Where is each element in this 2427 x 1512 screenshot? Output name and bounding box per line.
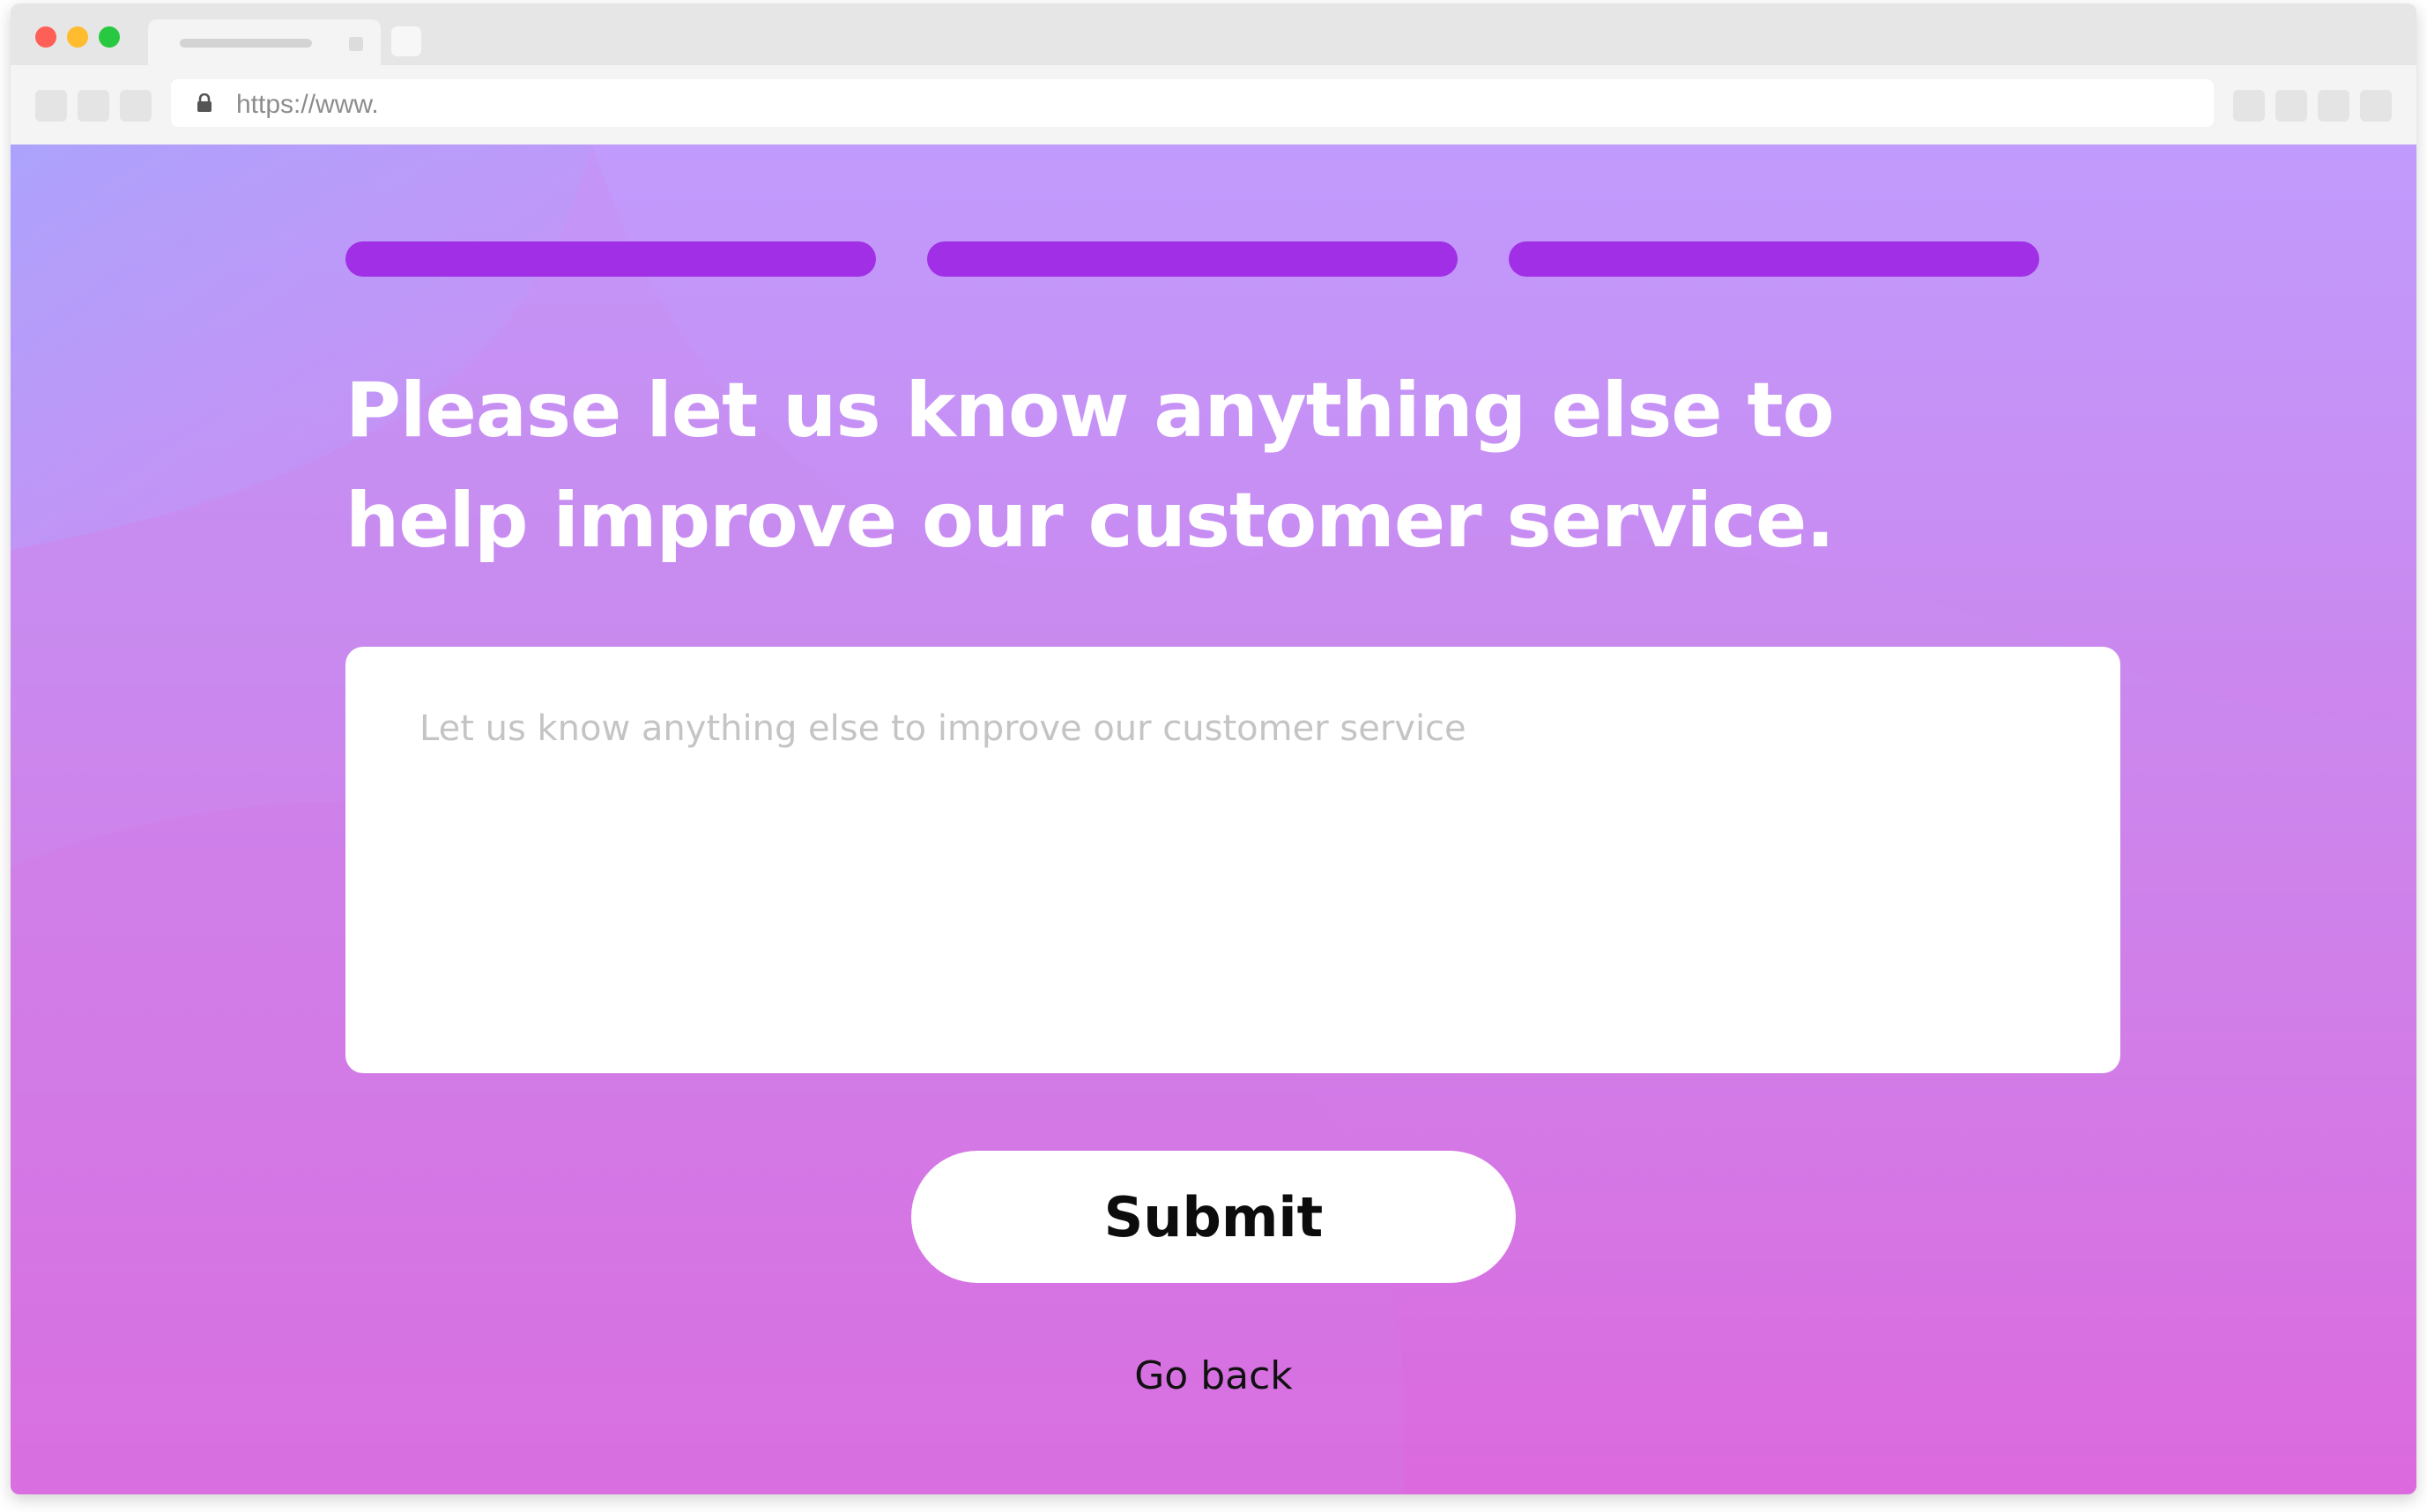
progress-step-1 bbox=[345, 241, 876, 277]
address-bar[interactable]: https://www. bbox=[171, 79, 2214, 127]
survey-page: Please let us know anything else to help… bbox=[11, 145, 2416, 1494]
new-tab-button[interactable] bbox=[391, 26, 421, 56]
extension-button-4[interactable] bbox=[2360, 90, 2392, 122]
tab-close-icon[interactable] bbox=[349, 37, 363, 51]
back-nav-button[interactable] bbox=[35, 90, 67, 122]
close-window-button[interactable] bbox=[35, 26, 56, 48]
maximize-window-button[interactable] bbox=[99, 26, 120, 48]
question-heading: Please let us know anything else to help… bbox=[345, 367, 1835, 565]
feedback-textarea[interactable] bbox=[345, 647, 2120, 1073]
browser-tab[interactable] bbox=[148, 19, 381, 65]
extension-button-2[interactable] bbox=[2275, 90, 2307, 122]
progress-step-2 bbox=[927, 241, 1458, 277]
reload-button[interactable] bbox=[120, 90, 152, 122]
browser-toolbar: https://www. bbox=[11, 65, 2416, 145]
extension-button-3[interactable] bbox=[2318, 90, 2349, 122]
submit-button[interactable]: Submit bbox=[911, 1151, 1516, 1283]
extension-button-1[interactable] bbox=[2233, 90, 2265, 122]
minimize-window-button[interactable] bbox=[67, 26, 88, 48]
go-back-link[interactable]: Go back bbox=[1015, 1353, 1412, 1398]
url-text: https://www. bbox=[236, 90, 379, 119]
progress-step-3 bbox=[1509, 241, 2039, 277]
browser-window: https://www. Please let us know anything… bbox=[11, 4, 2416, 1494]
tab-title-placeholder bbox=[180, 39, 312, 48]
forward-nav-button[interactable] bbox=[78, 90, 109, 122]
tab-bar bbox=[11, 4, 2416, 65]
lock-icon bbox=[197, 93, 212, 112]
